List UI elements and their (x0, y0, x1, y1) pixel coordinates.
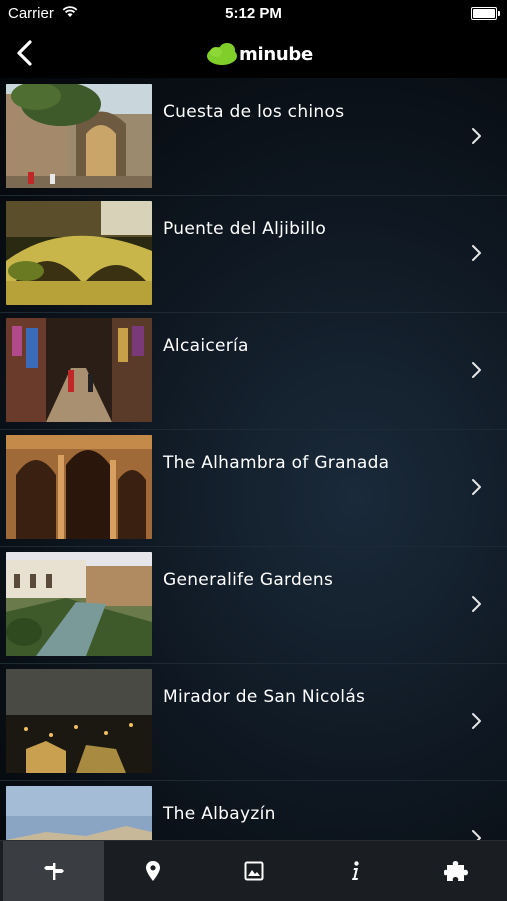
tab-photos[interactable] (203, 841, 304, 901)
minube-cloud-icon (207, 43, 237, 65)
place-photo (6, 84, 152, 188)
clock: 5:12 PM (225, 5, 282, 22)
place-photo (6, 201, 152, 305)
place-photo (6, 669, 152, 773)
place-row[interactable]: The Albayzín (0, 780, 507, 840)
place-row[interactable]: Generalife Gardens (0, 546, 507, 664)
photo-icon (244, 861, 263, 881)
navigation-bar: minube (0, 28, 507, 78)
place-title: The Alhambra of Granada (163, 453, 390, 473)
places-list: Cuesta de los chinos Puente del Aljibill… (0, 78, 507, 840)
info-icon (351, 861, 359, 880)
back-button[interactable] (12, 38, 38, 68)
place-row[interactable]: Cuesta de los chinos (0, 78, 507, 196)
chevron-right-icon (472, 713, 481, 729)
place-title: Mirador de San Nicolás (163, 687, 366, 707)
place-row[interactable]: The Alhambra of Granada (0, 429, 507, 547)
tab-bar (0, 840, 507, 901)
place-title: Puente del Aljibillo (163, 219, 327, 239)
place-title: The Albayzín (163, 804, 276, 824)
place-photo (6, 318, 152, 422)
place-photo (6, 552, 152, 656)
chevron-right-icon (472, 245, 481, 261)
place-row[interactable]: Alcaicería (0, 312, 507, 430)
place-photo (6, 786, 152, 840)
place-row[interactable]: Puente del Aljibillo (0, 195, 507, 313)
map-pin-icon (145, 861, 160, 881)
place-title: Cuesta de los chinos (163, 102, 345, 122)
place-photo (6, 435, 152, 539)
tab-places[interactable] (3, 841, 104, 901)
tab-map[interactable] (102, 841, 203, 901)
minube-logo: minube (206, 40, 313, 68)
chevron-right-icon (472, 479, 481, 495)
tab-info[interactable] (304, 841, 405, 901)
status-bar: Carrier 5:12 PM (0, 0, 507, 28)
chevron-right-icon (472, 362, 481, 378)
tab-extras[interactable] (405, 841, 506, 901)
place-title: Generalife Gardens (163, 570, 334, 590)
brand-name: minube (239, 43, 313, 65)
signpost-icon (43, 863, 64, 880)
battery-icon (471, 7, 500, 20)
puzzle-icon (443, 861, 468, 881)
chevron-right-icon (472, 830, 481, 840)
chevron-right-icon (472, 128, 481, 144)
place-row[interactable]: Mirador de San Nicolás (0, 663, 507, 781)
place-title: Alcaicería (163, 336, 249, 356)
chevron-right-icon (472, 596, 481, 612)
